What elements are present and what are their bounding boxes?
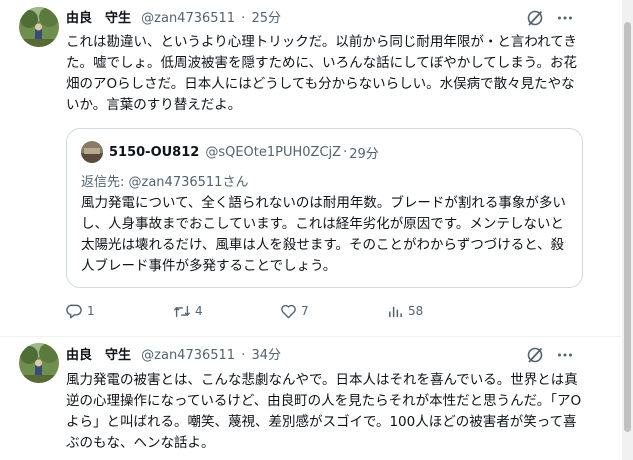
like-button[interactable]: 7 [280, 301, 387, 321]
timestamp[interactable]: 25分 [252, 11, 282, 26]
post-header: 由良 守生 @zan4736511 · 34分 [66, 346, 281, 366]
repost-button[interactable]: 4 [173, 301, 280, 321]
quote-author-name: 5150-OU812 [109, 144, 200, 160]
separator: · [241, 348, 246, 363]
grok-icon[interactable] [526, 346, 544, 364]
reply-count: 1 [87, 304, 95, 318]
post[interactable]: 由良 守生 @zan4736511 · 34分 風力発電の被害とは、こんな悲劇な… [0, 337, 622, 460]
post-header: 由良 守生 @zan4736511 · 25分 [66, 9, 281, 29]
reply-button[interactable]: 1 [66, 301, 173, 321]
more-icon[interactable] [556, 9, 574, 27]
repost-count: 4 [195, 304, 203, 318]
author-handle[interactable]: @zan4736511 [141, 11, 235, 26]
quote-header: 5150-OU812 @sQEOte1PUH0ZCjZ · 29分 [81, 141, 379, 163]
quote-timestamp: 29分 [349, 146, 379, 162]
views-button[interactable]: 58 [387, 301, 423, 321]
author-handle[interactable]: @zan4736511 [141, 348, 235, 363]
post-text: 風力発電の被害とは、こんな悲劇なんやで。日本人はそれを喜んでいる。世界とは真逆の… [66, 372, 582, 451]
quoted-post[interactable]: 5150-OU812 @sQEOte1PUH0ZCjZ · 29分 返信先: @… [66, 128, 583, 288]
header-icons [526, 345, 574, 365]
scrollbar-thumb[interactable] [624, 22, 631, 432]
author-name[interactable]: 由良 守生 [66, 11, 131, 26]
like-count: 7 [301, 304, 309, 318]
avatar[interactable] [19, 7, 59, 47]
views-count: 58 [408, 304, 424, 318]
quote-separator: · [343, 144, 348, 160]
avatar[interactable] [19, 343, 59, 383]
heart-icon [280, 303, 297, 319]
post[interactable]: 由良 守生 @zan4736511 · 25分 これは勘違い、というより心理トリ… [0, 0, 622, 336]
more-icon[interactable] [556, 346, 574, 364]
header-icons [526, 8, 574, 28]
quote-reply-to: 返信先: @zan4736511さん [81, 171, 248, 190]
post-text: これは勘違い、というより心理トリックだ。以前から同じ耐用年限が・と言われてきた。… [66, 34, 577, 113]
separator: · [241, 11, 246, 26]
views-icon [387, 303, 404, 319]
timestamp[interactable]: 34分 [252, 348, 282, 363]
scrollbar[interactable] [622, 0, 633, 460]
grok-icon[interactable] [526, 9, 544, 27]
reply-icon [66, 303, 83, 320]
repost-icon [173, 303, 191, 320]
quote-author-handle: @sQEOte1PUH0ZCjZ [205, 144, 342, 160]
reply-mention: @zan4736511さん [128, 175, 249, 190]
quote-text: 風力発電について、全く語られないのは耐用年数。ブレードが割れる事象が多いし、人身… [81, 195, 566, 274]
quote-avatar [81, 141, 103, 163]
action-bar: 1 4 7 58 [66, 301, 586, 321]
reply-prefix: 返信先: [81, 175, 129, 190]
author-name[interactable]: 由良 守生 [66, 348, 131, 363]
